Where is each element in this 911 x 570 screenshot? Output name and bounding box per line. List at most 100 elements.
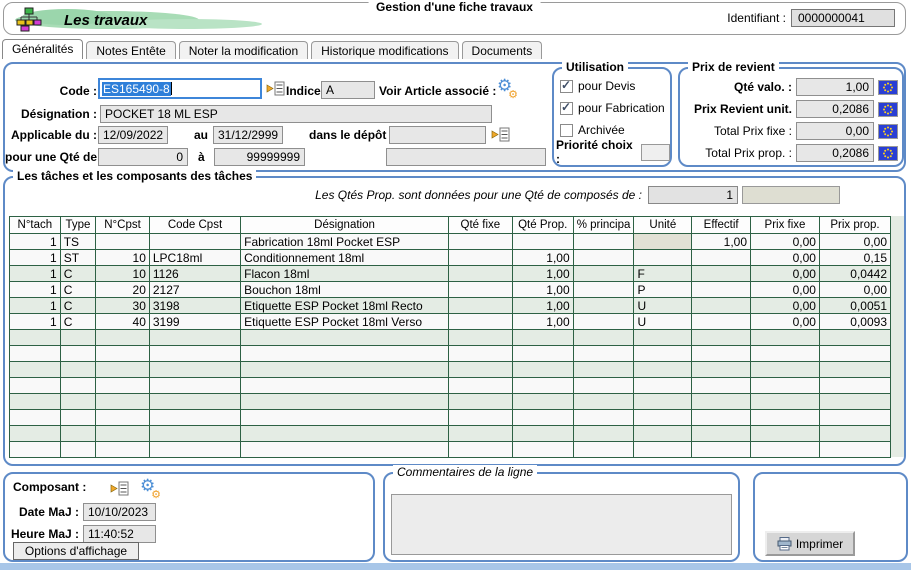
table-cell[interactable] [751, 378, 820, 394]
table-cell[interactable] [692, 266, 751, 282]
table-cell[interactable] [149, 330, 240, 346]
table-cell[interactable]: 30 [96, 298, 150, 314]
table-cell[interactable] [751, 346, 820, 362]
table-cell[interactable] [819, 346, 890, 362]
table-cell[interactable]: U [634, 314, 692, 330]
table-cell[interactable] [751, 426, 820, 442]
column-header[interactable]: N°Cpst [96, 217, 150, 234]
table-cell[interactable]: Fabrication 18ml Pocket ESP [241, 234, 449, 250]
tab-generalites[interactable]: Généralités [2, 39, 83, 59]
table-cell[interactable] [10, 410, 61, 426]
table-cell[interactable]: 0,0442 [819, 266, 890, 282]
table-cell[interactable] [149, 410, 240, 426]
table-cell[interactable] [512, 426, 573, 442]
table-row[interactable]: 1C101126Flacon 18ml1,00F0,000,0442 [10, 266, 891, 282]
imprimer-button[interactable]: Imprimer [765, 531, 855, 556]
table-cell[interactable]: P [634, 282, 692, 298]
column-header[interactable]: % principa [573, 217, 634, 234]
lookup-icon[interactable] [110, 481, 130, 496]
table-cell[interactable] [241, 330, 449, 346]
table-cell[interactable] [573, 426, 634, 442]
column-header[interactable]: Prix prop. [819, 217, 890, 234]
table-cell[interactable] [751, 362, 820, 378]
depot-field[interactable] [389, 126, 486, 144]
table-cell[interactable] [692, 362, 751, 378]
table-cell[interactable] [448, 394, 512, 410]
column-header[interactable]: N°tach [10, 217, 61, 234]
table-cell[interactable] [149, 378, 240, 394]
table-cell[interactable]: 0,00 [819, 234, 890, 250]
table-cell[interactable] [60, 330, 95, 346]
table-cell[interactable] [819, 362, 890, 378]
table-cell[interactable] [751, 442, 820, 458]
table-cell[interactable] [819, 442, 890, 458]
table-cell[interactable] [573, 394, 634, 410]
table-cell[interactable] [241, 394, 449, 410]
table-cell[interactable] [10, 442, 61, 458]
table-cell[interactable] [573, 378, 634, 394]
table-cell[interactable]: 1 [10, 250, 61, 266]
table-cell[interactable] [448, 234, 512, 250]
table-row[interactable] [10, 362, 891, 378]
table-cell[interactable] [448, 250, 512, 266]
voir-article-gear-button[interactable]: ⚙ ⚙ [497, 79, 517, 98]
column-header[interactable]: Prix fixe [751, 217, 820, 234]
column-header[interactable]: Code Cpst [149, 217, 240, 234]
table-cell[interactable] [512, 378, 573, 394]
table-cell[interactable] [819, 378, 890, 394]
table-cell[interactable]: Flacon 18ml [241, 266, 449, 282]
table-cell[interactable] [241, 410, 449, 426]
table-row[interactable]: 1C303198Etiquette ESP Pocket 18ml Recto1… [10, 298, 891, 314]
table-cell[interactable] [634, 378, 692, 394]
table-cell[interactable]: 1 [10, 234, 61, 250]
table-row[interactable] [10, 410, 891, 426]
table-cell[interactable]: 0,00 [751, 250, 820, 266]
table-cell[interactable]: 1 [10, 266, 61, 282]
table-cell[interactable] [512, 362, 573, 378]
table-cell[interactable] [96, 346, 150, 362]
table-cell[interactable]: 10 [96, 250, 150, 266]
table-cell[interactable] [448, 426, 512, 442]
table-cell[interactable] [96, 426, 150, 442]
options-affichage-button[interactable]: Options d'affichage [13, 542, 139, 560]
tab-noter-modification[interactable]: Noter la modification [179, 41, 308, 59]
tab-historique-modifications[interactable]: Historique modifications [311, 41, 458, 59]
euro-convert-button[interactable] [878, 146, 898, 161]
table-cell[interactable] [96, 410, 150, 426]
table-cell[interactable] [692, 442, 751, 458]
lookup-icon[interactable] [266, 81, 286, 96]
table-cell[interactable]: 20 [96, 282, 150, 298]
table-cell[interactable]: C [60, 266, 95, 282]
tab-documents[interactable]: Documents [462, 41, 543, 59]
table-cell[interactable] [448, 298, 512, 314]
lookup-icon[interactable] [491, 127, 511, 142]
table-cell[interactable]: 0,00 [819, 282, 890, 298]
table-row[interactable]: 1C403199Etiquette ESP Pocket 18ml Verso1… [10, 314, 891, 330]
column-header[interactable]: Type [60, 217, 95, 234]
table-cell[interactable] [573, 346, 634, 362]
table-cell[interactable]: 3199 [149, 314, 240, 330]
table-cell[interactable] [96, 378, 150, 394]
column-header[interactable]: Effectif [692, 217, 751, 234]
table-cell[interactable]: ST [60, 250, 95, 266]
table-cell[interactable]: 0,00 [751, 314, 820, 330]
table-cell[interactable]: 1 [10, 298, 61, 314]
priorite-field[interactable] [641, 144, 670, 161]
table-cell[interactable] [60, 426, 95, 442]
table-cell[interactable] [96, 394, 150, 410]
table-cell[interactable]: Bouchon 18ml [241, 282, 449, 298]
table-cell[interactable] [60, 442, 95, 458]
table-cell[interactable] [60, 346, 95, 362]
table-cell[interactable] [149, 234, 240, 250]
column-header[interactable]: Qté Prop. [512, 217, 573, 234]
table-cell[interactable]: U [634, 298, 692, 314]
table-cell[interactable] [448, 346, 512, 362]
qte-a-field[interactable]: 99999999 [214, 148, 305, 166]
table-cell[interactable] [512, 442, 573, 458]
table-cell[interactable]: 0,00 [751, 282, 820, 298]
table-cell[interactable] [819, 330, 890, 346]
table-cell[interactable] [751, 394, 820, 410]
qte-de-field[interactable]: 0 [98, 148, 188, 166]
table-cell[interactable] [10, 426, 61, 442]
table-cell[interactable] [241, 362, 449, 378]
